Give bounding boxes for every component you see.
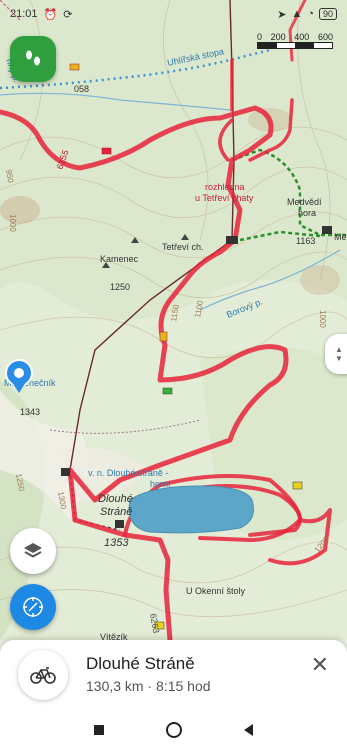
label-dlouhe-1: Dlouhé [98, 493, 133, 505]
route-card[interactable]: Dlouhé Stráně 130,3 km · 8:15 hod ✕ [0, 640, 347, 710]
label-tetrevi-chaty-1: rozhledna [205, 182, 245, 192]
label-v-n-dlouhe: v. n. Dlouhé stráně - [88, 468, 168, 478]
label-contour-1000a: 1000 [8, 214, 17, 232]
map-side-handle[interactable]: ▲ ▼ [325, 334, 347, 374]
label-tetrevi-chaty-2: u Tetřeví chaty [195, 193, 254, 203]
layers-icon [24, 543, 42, 558]
system-nav-bar [0, 710, 347, 750]
chevron-down-icon: ▼ [335, 354, 343, 363]
location-icon: ➤ [277, 8, 287, 21]
back-button[interactable] [244, 724, 253, 736]
label-me-cut: Me [334, 232, 347, 242]
map-scale: 0 200 400 600 [257, 32, 333, 49]
signal-icon: ▲ [291, 8, 303, 20]
label-mravenecnik-ele: 1343 [20, 407, 40, 417]
bicycle-icon [30, 667, 56, 684]
alarm-icon: ⏰ [43, 8, 58, 21]
close-icon[interactable]: ✕ [311, 654, 329, 676]
status-bar: 21:01 ⏰ ⟳ ➤ ▲ ◔ 90 [0, 0, 347, 28]
sync-icon: ⟳ [63, 8, 73, 21]
footprints-icon [26, 50, 40, 66]
label-contour-1000b: 1000 [318, 310, 327, 328]
status-time: 21:01 [10, 8, 38, 20]
activity-button[interactable] [18, 650, 68, 700]
recents-button[interactable] [94, 725, 104, 735]
label-medvedi-hora-ele: 1163 [296, 236, 315, 246]
wifi-icon: ◔ [307, 8, 314, 20]
chevron-up-icon: ▲ [335, 345, 343, 354]
home-button[interactable] [166, 722, 182, 738]
layers-button[interactable] [10, 528, 56, 574]
label-trail-058: 058 [74, 84, 89, 94]
label-tetrevi-ch: Tetřeví ch. [162, 242, 204, 252]
label-okenni-stoly: U Okenní štoly [186, 586, 246, 596]
label-kamenec-ele: 1250 [110, 282, 130, 292]
label-medvedi-hora-1: Medvědí [287, 197, 322, 207]
compass-icon [23, 597, 43, 617]
route-summary: 130,3 km · 8:15 hod [86, 678, 211, 694]
battery-indicator: 90 [318, 8, 337, 20]
label-kamenec: Kamenec [100, 254, 139, 264]
label-vitezik: Vítězík [100, 632, 128, 640]
route-title: Dlouhé Stráně [86, 654, 195, 673]
compass-button[interactable] [10, 584, 56, 630]
label-horni: horní [150, 479, 171, 489]
tracking-button[interactable] [10, 36, 56, 82]
label-dlouhe-2: Stráně [100, 506, 132, 518]
label-medvedi-hora-2: hora [298, 208, 316, 218]
user-location-marker [0, 358, 38, 396]
location-pin-icon [5, 359, 33, 393]
label-dlouhe-ele: 1353 [104, 537, 129, 549]
